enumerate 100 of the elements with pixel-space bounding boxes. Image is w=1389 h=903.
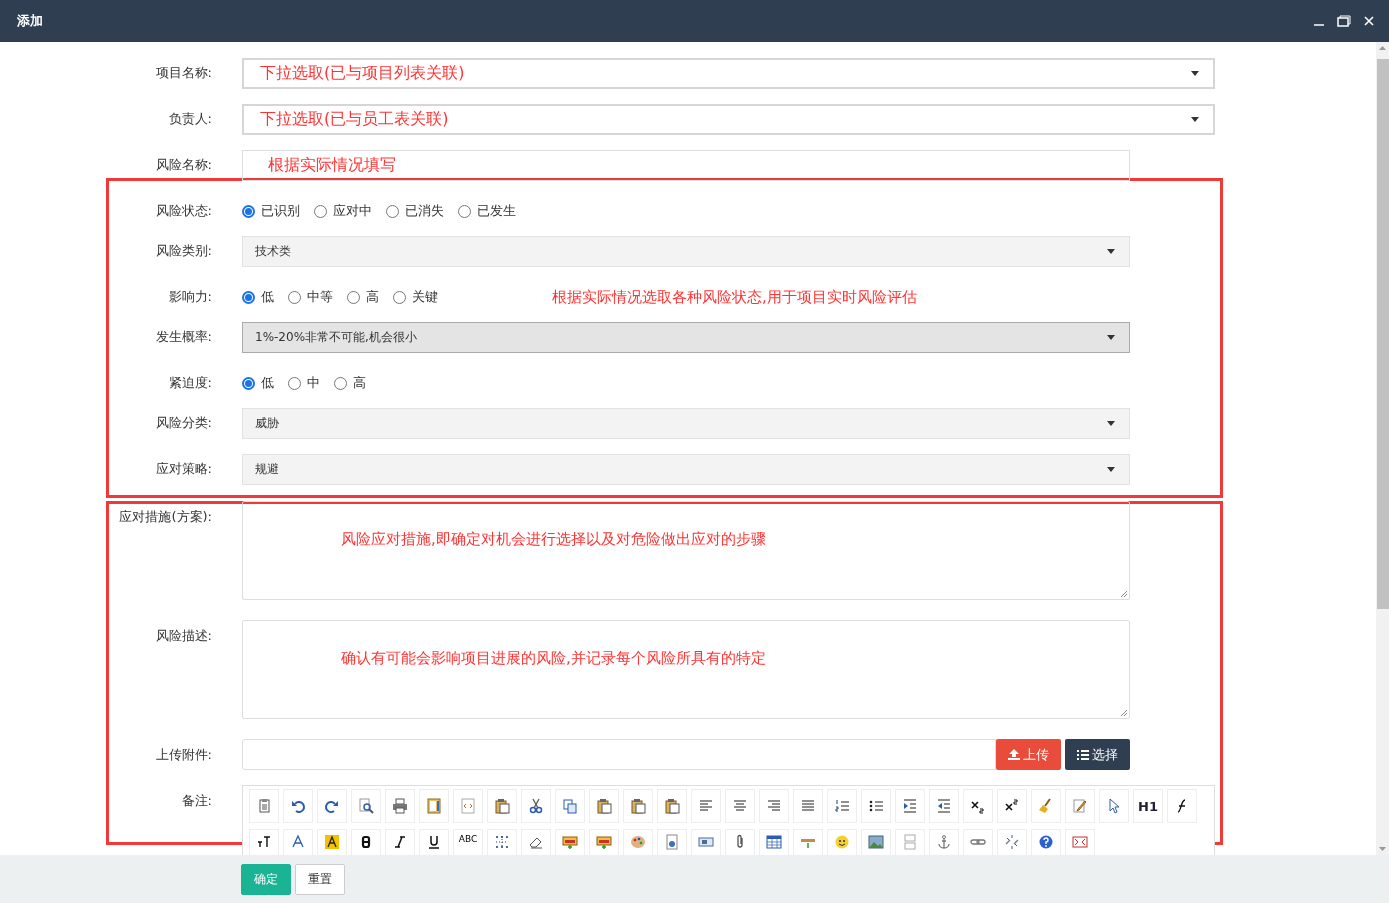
toolbar-button[interactable] xyxy=(317,829,347,856)
radio-button[interactable] xyxy=(288,290,301,304)
select-field[interactable]: 技术类 xyxy=(242,235,1130,267)
list-icon xyxy=(1077,749,1089,760)
help-icon xyxy=(1038,834,1054,850)
scrollbar[interactable] xyxy=(1376,42,1389,855)
scissors-icon xyxy=(528,798,544,814)
radio-button[interactable] xyxy=(242,204,255,218)
font-size-icon xyxy=(256,834,272,850)
radio-button[interactable] xyxy=(393,290,406,304)
outdent-icon xyxy=(936,798,952,814)
radio-button[interactable] xyxy=(242,376,255,390)
select-field[interactable]: 下拉选取(已与项目列表关联) xyxy=(242,57,1215,89)
caret-icon xyxy=(1191,116,1199,122)
printer-icon xyxy=(392,798,408,814)
field-label: 上传附件: xyxy=(154,745,212,764)
radio-label: 高 xyxy=(353,374,366,392)
document-icon xyxy=(664,834,680,850)
radio-button[interactable] xyxy=(242,290,255,304)
radio-label: 已识别 xyxy=(261,202,300,220)
select-field[interactable]: 下拉选取(已与员工表关联) xyxy=(242,103,1215,135)
select-value: 1%-20%非常不可能,机会很小 xyxy=(255,328,417,346)
file-path-field[interactable] xyxy=(242,739,996,770)
field-label: 风险状态: xyxy=(154,202,212,220)
window-title: 添加 xyxy=(17,12,44,30)
radio-button[interactable] xyxy=(458,204,471,218)
toolbar-button[interactable] xyxy=(1167,789,1197,823)
radio-label: 中 xyxy=(307,374,320,392)
clipboard-icon xyxy=(596,798,612,814)
select-value: 下拉选取(已与员工表关联) xyxy=(260,108,449,130)
toolbar-button[interactable] xyxy=(521,829,551,856)
code-page-icon xyxy=(460,798,476,814)
justify-icon xyxy=(800,798,816,814)
radio-label: 低 xyxy=(261,288,274,306)
picture-icon xyxy=(868,834,884,850)
radio-button[interactable] xyxy=(334,376,347,390)
resize-handle-icon[interactable] xyxy=(1120,709,1128,717)
toolbar-button[interactable] xyxy=(351,829,381,856)
clipboard-icon xyxy=(256,798,272,814)
field-label: 备注: xyxy=(180,792,212,810)
select-field[interactable]: 1%-20%非常不可能,机会很小 xyxy=(242,321,1130,353)
align-center-icon xyxy=(732,798,748,814)
textarea-field[interactable]: 风险应对措施,即确定对机会进行选择以及对危险做出应对的步骤 xyxy=(242,501,1130,600)
fullscreen-icon xyxy=(1072,834,1088,850)
select-field[interactable]: 规避 xyxy=(242,453,1130,485)
toolbar-button[interactable] xyxy=(759,829,789,856)
upload-icon xyxy=(1008,749,1020,760)
bullet-list-icon xyxy=(868,798,884,814)
resize-handle-icon[interactable] xyxy=(1120,590,1128,598)
select-value: 下拉选取(已与项目列表关联) xyxy=(260,62,465,84)
underline-icon xyxy=(426,834,442,850)
toolbar-button[interactable] xyxy=(385,829,415,856)
smiley-icon xyxy=(834,834,850,850)
radio-button[interactable] xyxy=(288,376,301,390)
radio-label: 关键 xyxy=(412,288,438,306)
caret-icon xyxy=(1107,420,1115,426)
radio-button[interactable] xyxy=(386,204,399,218)
toolbar-button[interactable] xyxy=(419,829,449,856)
image-add-icon xyxy=(562,834,578,850)
textarea-field[interactable]: 确认有可能会影响项目进展的风险,并记录每个风险所具有的特定 xyxy=(242,620,1130,719)
pencil-page-icon xyxy=(1072,798,1088,814)
scroll-up-icon[interactable] xyxy=(1379,46,1386,50)
upload-button[interactable]: 上传 xyxy=(996,739,1061,770)
toolbar-button[interactable] xyxy=(317,789,347,823)
maximize-icon[interactable] xyxy=(1337,15,1351,27)
scroll-down-icon[interactable] xyxy=(1379,847,1386,851)
select-field[interactable]: 威胁 xyxy=(242,407,1130,439)
radio-label: 中等 xyxy=(307,288,333,306)
page-break-icon xyxy=(902,834,918,850)
field-label: 风险类别: xyxy=(154,242,212,260)
copy-icon xyxy=(562,798,578,814)
radio-button[interactable] xyxy=(347,290,360,304)
radio-button[interactable] xyxy=(314,204,327,218)
field-label: 影响力: xyxy=(167,288,212,306)
align-right-icon xyxy=(766,798,782,814)
close-icon[interactable] xyxy=(1363,15,1375,27)
select-value: 规避 xyxy=(255,460,279,478)
unlink-icon xyxy=(1004,834,1020,850)
indent-icon xyxy=(902,798,918,814)
cursor-icon xyxy=(1106,798,1122,814)
toolbar-button[interactable] xyxy=(521,789,551,823)
field-label: 负责人: xyxy=(167,110,212,128)
toolbar-button[interactable] xyxy=(249,829,279,856)
spellcheck-button[interactable]: ABC xyxy=(453,829,483,856)
toolbar-button[interactable] xyxy=(283,789,313,823)
field-label: 风险名称: xyxy=(154,156,212,174)
heading-button[interactable]: H1 xyxy=(1133,789,1163,823)
caret-icon xyxy=(1107,334,1115,340)
reset-button[interactable]: 重置 xyxy=(295,863,345,895)
anchor-icon xyxy=(936,834,952,850)
magnifier-page-icon xyxy=(358,798,374,814)
caret-icon xyxy=(1107,466,1115,472)
field-label: 项目名称: xyxy=(154,64,212,82)
input-field[interactable]: 根据实际情况填写 xyxy=(242,149,1130,181)
align-left-icon xyxy=(698,798,714,814)
choose-button[interactable]: 选择 xyxy=(1065,739,1130,770)
font-color-icon xyxy=(290,834,306,850)
radio-label: 应对中 xyxy=(333,202,372,220)
dotted-grid-icon xyxy=(494,834,510,850)
radio-label: 已发生 xyxy=(477,202,516,220)
